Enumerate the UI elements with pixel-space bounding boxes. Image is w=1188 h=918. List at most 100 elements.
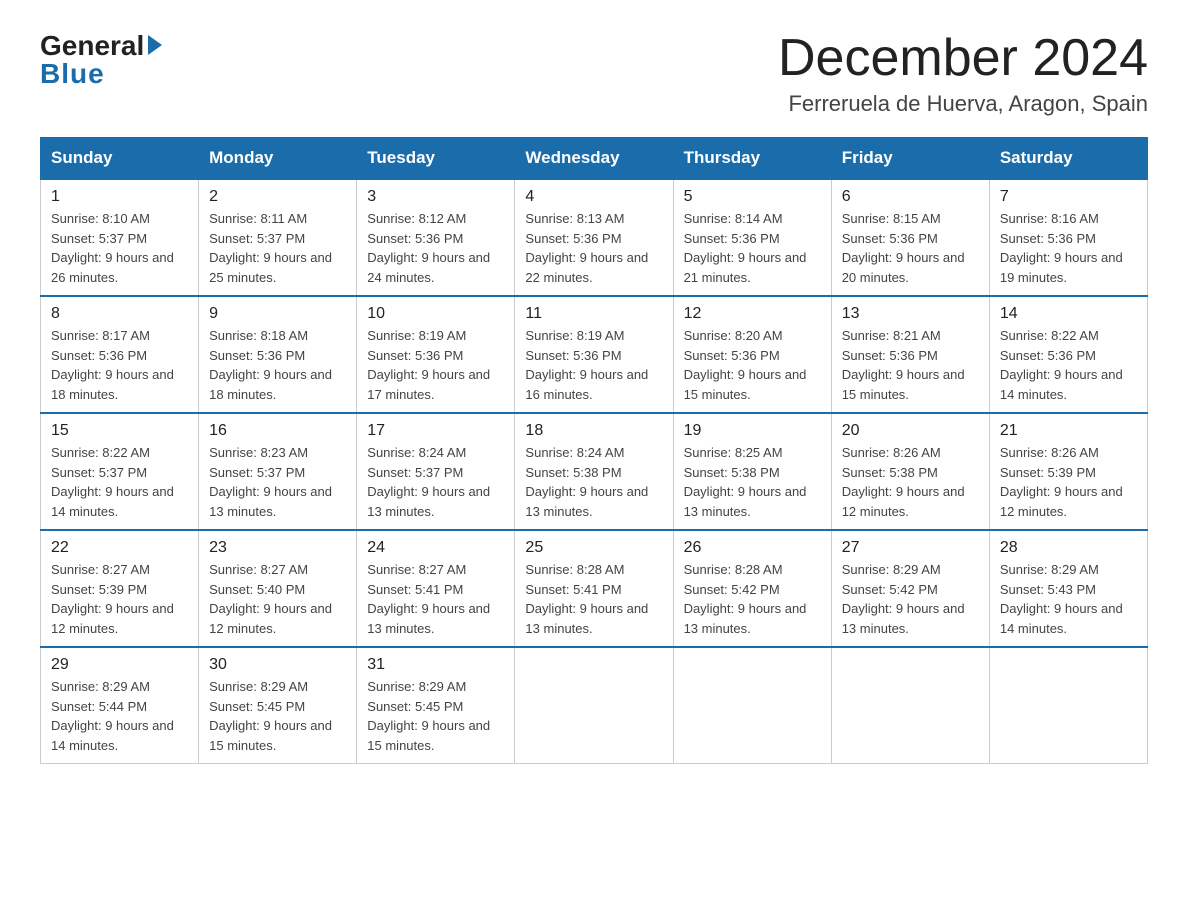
day-number: 4 [525, 188, 662, 206]
day-info: Sunrise: 8:13 AMSunset: 5:36 PMDaylight:… [525, 211, 648, 285]
day-cell-7: 7 Sunrise: 8:16 AMSunset: 5:36 PMDaylight… [989, 179, 1147, 296]
day-info: Sunrise: 8:18 AMSunset: 5:36 PMDaylight:… [209, 328, 332, 402]
title-block: December 2024 Ferreruela de Huerva, Arag… [778, 30, 1148, 117]
col-header-thursday: Thursday [673, 138, 831, 180]
day-cell-11: 11 Sunrise: 8:19 AMSunset: 5:36 PMDayligh… [515, 296, 673, 413]
day-info: Sunrise: 8:24 AMSunset: 5:37 PMDaylight:… [367, 445, 490, 519]
day-number: 6 [842, 188, 979, 206]
day-info: Sunrise: 8:22 AMSunset: 5:37 PMDaylight:… [51, 445, 174, 519]
day-cell-4: 4 Sunrise: 8:13 AMSunset: 5:36 PMDaylight… [515, 179, 673, 296]
day-cell-5: 5 Sunrise: 8:14 AMSunset: 5:36 PMDaylight… [673, 179, 831, 296]
day-cell-10: 10Sunrise: 8:19 AMSunset: 5:36 PMDayligh… [357, 296, 515, 413]
day-number: 1 [51, 188, 188, 206]
day-info: Sunrise: 8:16 AMSunset: 5:36 PMDaylight:… [1000, 211, 1123, 285]
day-info: Sunrise: 8:29 AMSunset: 5:44 PMDaylight:… [51, 679, 174, 753]
calendar-subtitle: Ferreruela de Huerva, Aragon, Spain [778, 91, 1148, 117]
logo-arrow-icon [148, 35, 162, 55]
day-cell-22: 22Sunrise: 8:27 AMSunset: 5:39 PMDayligh… [41, 530, 199, 647]
day-cell-12: 12 Sunrise: 8:20 AMSunset: 5:36 PMDayligh… [673, 296, 831, 413]
day-number: 8 [51, 305, 188, 323]
day-cell-24: 24Sunrise: 8:27 AMSunset: 5:41 PMDayligh… [357, 530, 515, 647]
calendar-table: SundayMondayTuesdayWednesdayThursdayFrid… [40, 137, 1148, 764]
day-number: 28 [1000, 539, 1137, 557]
calendar-title: December 2024 [778, 30, 1148, 87]
day-number: 24 [367, 539, 504, 557]
day-number: 14 [1000, 305, 1137, 323]
day-info: Sunrise: 8:24 AMSunset: 5:38 PMDaylight:… [525, 445, 648, 519]
empty-cell [673, 647, 831, 764]
day-info: Sunrise: 8:11 AMSunset: 5:37 PMDaylight:… [209, 211, 332, 285]
day-cell-31: 31Sunrise: 8:29 AMSunset: 5:45 PMDayligh… [357, 647, 515, 764]
col-header-saturday: Saturday [989, 138, 1147, 180]
day-cell-25: 25 Sunrise: 8:28 AMSunset: 5:41 PMDayligh… [515, 530, 673, 647]
day-cell-30: 30 Sunrise: 8:29 AMSunset: 5:45 PMDayligh… [199, 647, 357, 764]
day-number: 7 [1000, 188, 1137, 206]
day-cell-1: 1 Sunrise: 8:10 AMSunset: 5:37 PMDaylight… [41, 179, 199, 296]
week-row-2: 8 Sunrise: 8:17 AMSunset: 5:36 PMDaylight… [41, 296, 1148, 413]
day-cell-16: 16 Sunrise: 8:23 AMSunset: 5:37 PMDayligh… [199, 413, 357, 530]
day-cell-6: 6 Sunrise: 8:15 AMSunset: 5:36 PMDaylight… [831, 179, 989, 296]
day-cell-9: 9 Sunrise: 8:18 AMSunset: 5:36 PMDaylight… [199, 296, 357, 413]
day-number: 25 [525, 539, 662, 557]
day-cell-28: 28 Sunrise: 8:29 AMSunset: 5:43 PMDayligh… [989, 530, 1147, 647]
col-header-tuesday: Tuesday [357, 138, 515, 180]
day-info: Sunrise: 8:23 AMSunset: 5:37 PMDaylight:… [209, 445, 332, 519]
day-info: Sunrise: 8:25 AMSunset: 5:38 PMDaylight:… [684, 445, 807, 519]
day-number: 23 [209, 539, 346, 557]
day-number: 30 [209, 656, 346, 674]
day-info: Sunrise: 8:28 AMSunset: 5:42 PMDaylight:… [684, 562, 807, 636]
logo: General Blue [40, 30, 162, 90]
day-info: Sunrise: 8:29 AMSunset: 5:43 PMDaylight:… [1000, 562, 1123, 636]
day-number: 20 [842, 422, 979, 440]
day-info: Sunrise: 8:20 AMSunset: 5:36 PMDaylight:… [684, 328, 807, 402]
day-number: 26 [684, 539, 821, 557]
calendar-header-row: SundayMondayTuesdayWednesdayThursdayFrid… [41, 138, 1148, 180]
day-number: 17 [367, 422, 504, 440]
week-row-5: 29Sunrise: 8:29 AMSunset: 5:44 PMDayligh… [41, 647, 1148, 764]
day-info: Sunrise: 8:15 AMSunset: 5:36 PMDaylight:… [842, 211, 965, 285]
day-info: Sunrise: 8:17 AMSunset: 5:36 PMDaylight:… [51, 328, 174, 402]
empty-cell [989, 647, 1147, 764]
day-cell-23: 23 Sunrise: 8:27 AMSunset: 5:40 PMDayligh… [199, 530, 357, 647]
day-cell-29: 29Sunrise: 8:29 AMSunset: 5:44 PMDayligh… [41, 647, 199, 764]
day-info: Sunrise: 8:14 AMSunset: 5:36 PMDaylight:… [684, 211, 807, 285]
day-cell-17: 17 Sunrise: 8:24 AMSunset: 5:37 PMDayligh… [357, 413, 515, 530]
day-number: 10 [367, 305, 504, 323]
day-number: 19 [684, 422, 821, 440]
day-number: 2 [209, 188, 346, 206]
week-row-3: 15 Sunrise: 8:22 AMSunset: 5:37 PMDayligh… [41, 413, 1148, 530]
day-cell-18: 18 Sunrise: 8:24 AMSunset: 5:38 PMDayligh… [515, 413, 673, 530]
day-info: Sunrise: 8:10 AMSunset: 5:37 PMDaylight:… [51, 211, 174, 285]
day-cell-13: 13Sunrise: 8:21 AMSunset: 5:36 PMDayligh… [831, 296, 989, 413]
day-cell-19: 19 Sunrise: 8:25 AMSunset: 5:38 PMDayligh… [673, 413, 831, 530]
day-info: Sunrise: 8:21 AMSunset: 5:36 PMDaylight:… [842, 328, 965, 402]
day-number: 15 [51, 422, 188, 440]
col-header-friday: Friday [831, 138, 989, 180]
day-cell-3: 3Sunrise: 8:12 AMSunset: 5:36 PMDaylight… [357, 179, 515, 296]
day-info: Sunrise: 8:28 AMSunset: 5:41 PMDaylight:… [525, 562, 648, 636]
page-header: General Blue December 2024 Ferreruela de… [40, 30, 1148, 117]
day-number: 12 [684, 305, 821, 323]
day-number: 18 [525, 422, 662, 440]
day-number: 16 [209, 422, 346, 440]
day-info: Sunrise: 8:29 AMSunset: 5:45 PMDaylight:… [367, 679, 490, 753]
col-header-wednesday: Wednesday [515, 138, 673, 180]
empty-cell [515, 647, 673, 764]
day-number: 27 [842, 539, 979, 557]
day-number: 22 [51, 539, 188, 557]
day-cell-27: 27Sunrise: 8:29 AMSunset: 5:42 PMDayligh… [831, 530, 989, 647]
day-info: Sunrise: 8:29 AMSunset: 5:45 PMDaylight:… [209, 679, 332, 753]
day-cell-26: 26 Sunrise: 8:28 AMSunset: 5:42 PMDayligh… [673, 530, 831, 647]
day-number: 5 [684, 188, 821, 206]
col-header-monday: Monday [199, 138, 357, 180]
logo-blue-label: Blue [40, 58, 105, 90]
day-cell-14: 14Sunrise: 8:22 AMSunset: 5:36 PMDayligh… [989, 296, 1147, 413]
day-number: 9 [209, 305, 346, 323]
day-info: Sunrise: 8:27 AMSunset: 5:40 PMDaylight:… [209, 562, 332, 636]
day-number: 11 [525, 305, 662, 323]
day-info: Sunrise: 8:19 AMSunset: 5:36 PMDaylight:… [525, 328, 648, 402]
empty-cell [831, 647, 989, 764]
day-number: 21 [1000, 422, 1137, 440]
day-info: Sunrise: 8:12 AMSunset: 5:36 PMDaylight:… [367, 211, 490, 285]
week-row-1: 1 Sunrise: 8:10 AMSunset: 5:37 PMDaylight… [41, 179, 1148, 296]
